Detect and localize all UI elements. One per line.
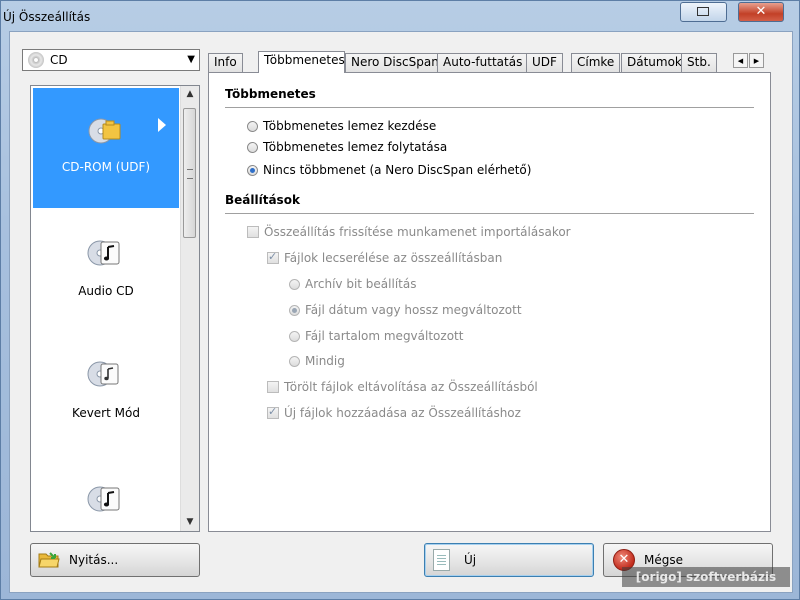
option-label: Nincs többmenet (a Nero DiscSpan elérhet…: [263, 163, 532, 177]
checkbox-indicator[interactable]: [267, 250, 279, 264]
radio-indicator[interactable]: [289, 331, 300, 342]
tab-scroll-right-icon[interactable]: ▶: [749, 53, 764, 68]
type-list-scrollbar[interactable]: ▲ ▼: [180, 86, 199, 531]
type-item-cdrom-udf[interactable]: CD-ROM (UDF): [33, 88, 179, 208]
window-title: Új Összeállítás: [3, 10, 91, 24]
settings-section-title: Beállítások: [225, 193, 300, 207]
type-item-label: Kevert Mód: [72, 406, 140, 420]
radio-indicator[interactable]: [247, 165, 258, 176]
dialog-client-area: CD ▼ CD-ROM (UDF) Audio CD Kevert Mód ▲ …: [9, 31, 793, 593]
scroll-down-icon[interactable]: ▼: [181, 514, 199, 531]
option-label: Fájl tartalom megváltozott: [305, 329, 464, 343]
radio-date-or-size-changed[interactable]: Fájl dátum vagy hossz megváltozott: [289, 303, 522, 317]
disc-type-dropdown[interactable]: CD ▼: [22, 49, 200, 71]
open-button-label: Nyitás...: [69, 553, 119, 567]
option-label: Mindig: [305, 354, 345, 368]
scroll-up-icon[interactable]: ▲: [181, 86, 199, 103]
compilation-type-list: CD-ROM (UDF) Audio CD Kevert Mód ▲ ▼: [30, 85, 200, 532]
new-button-label: Új: [464, 553, 477, 567]
tab-label[interactable]: Címke: [571, 53, 621, 72]
cdrom-folder-icon: [88, 118, 121, 144]
open-button[interactable]: Nyitás...: [30, 543, 200, 577]
grip-icon: [187, 169, 193, 179]
scrollbar-thumb[interactable]: [183, 108, 196, 238]
multisession-section-title: Többmenetes: [225, 87, 316, 101]
option-label: Többmenetes lemez kezdése: [263, 119, 437, 133]
checkbox-replace-files[interactable]: Fájlok lecserélése az összeállításban: [267, 250, 503, 265]
close-icon: ✕: [755, 4, 767, 19]
close-button[interactable]: ✕: [738, 2, 784, 22]
radio-indicator[interactable]: [289, 305, 300, 316]
tab-multisession[interactable]: Többmenetes: [258, 51, 345, 73]
option-label: Összeállítás frissítése munkamenet impor…: [264, 225, 571, 239]
tab-nero-discspan[interactable]: Nero DiscSpan: [345, 53, 445, 72]
tab-info[interactable]: Info: [208, 53, 243, 72]
selected-arrow-icon: [158, 118, 166, 132]
section-divider: [225, 213, 754, 214]
new-document-icon: [433, 549, 450, 571]
radio-start-multisession[interactable]: Többmenetes lemez kezdése: [247, 119, 436, 133]
type-item-mixed-mode[interactable]: Kevert Mód: [33, 333, 179, 453]
option-label: Új fájlok hozzáadása az Összeállításhoz: [284, 406, 521, 420]
tab-udf[interactable]: UDF: [526, 53, 563, 72]
checkbox-indicator[interactable]: [247, 226, 259, 238]
radio-indicator[interactable]: [247, 142, 258, 153]
option-label: Archív bit beállítás: [305, 277, 417, 291]
option-label: Fájlok lecserélése az összeállításban: [284, 251, 503, 265]
cancel-button-label: Mégse: [644, 553, 683, 567]
folder-open-icon: [38, 552, 60, 568]
radio-indicator[interactable]: [289, 356, 300, 367]
radio-always[interactable]: Mindig: [289, 354, 345, 368]
option-label: Fájl dátum vagy hossz megváltozott: [305, 303, 522, 317]
checkbox-indicator[interactable]: [267, 405, 279, 419]
radio-archive-bit[interactable]: Archív bit beállítás: [289, 277, 416, 291]
mixed-mode-cd-icon: [87, 361, 119, 387]
tab-dates[interactable]: Dátumok: [621, 53, 688, 72]
maximize-icon: [697, 7, 709, 16]
multisession-tab-panel: Többmenetes Többmenetes lemez kezdése Tö…: [208, 72, 771, 532]
maximize-button[interactable]: [680, 2, 727, 22]
type-item-label: Audio CD: [78, 284, 134, 298]
checkbox-indicator[interactable]: [267, 381, 279, 393]
option-label: Törölt fájlok eltávolítása az Összeállít…: [284, 380, 538, 394]
radio-indicator[interactable]: [247, 121, 258, 132]
chevron-down-icon: ▼: [187, 54, 195, 65]
tab-misc[interactable]: Stb.: [681, 53, 717, 72]
checkbox-refresh-on-import[interactable]: Összeállítás frissítése munkamenet impor…: [247, 225, 571, 239]
audio-cd-icon: [87, 486, 120, 512]
cd-disc-icon: [28, 52, 44, 68]
section-divider: [225, 107, 754, 108]
nero-new-compilation-window: Új Összeállítás ✕ CD ▼ CD-ROM (UDF) Audi…: [0, 0, 800, 600]
tab-scroll-left-icon[interactable]: ◀: [733, 53, 748, 68]
radio-continue-multisession[interactable]: Többmenetes lemez folytatása: [247, 140, 447, 154]
radio-content-changed[interactable]: Fájl tartalom megváltozott: [289, 329, 463, 343]
audio-cd-icon: [87, 240, 120, 266]
type-item-label: CD-ROM (UDF): [61, 160, 151, 174]
checkbox-remove-deleted-files[interactable]: Törölt fájlok eltávolítása az Összeállít…: [267, 380, 538, 394]
option-label: Többmenetes lemez folytatása: [263, 140, 448, 154]
title-bar[interactable]: Új Összeállítás ✕: [1, 1, 799, 31]
radio-no-multisession[interactable]: Nincs többmenet (a Nero DiscSpan elérhet…: [247, 163, 531, 177]
type-item-more[interactable]: [33, 458, 179, 531]
disc-type-value: CD: [50, 53, 68, 67]
new-button[interactable]: Új: [424, 543, 594, 577]
type-item-audio-cd[interactable]: Audio CD: [33, 210, 179, 330]
watermark: [origo] szoftverbázis: [622, 567, 790, 587]
tab-autorun[interactable]: Auto-futtatás: [437, 53, 529, 72]
checkbox-add-new-files[interactable]: Új fájlok hozzáadása az Összeállításhoz: [267, 405, 521, 420]
radio-indicator[interactable]: [289, 279, 300, 290]
